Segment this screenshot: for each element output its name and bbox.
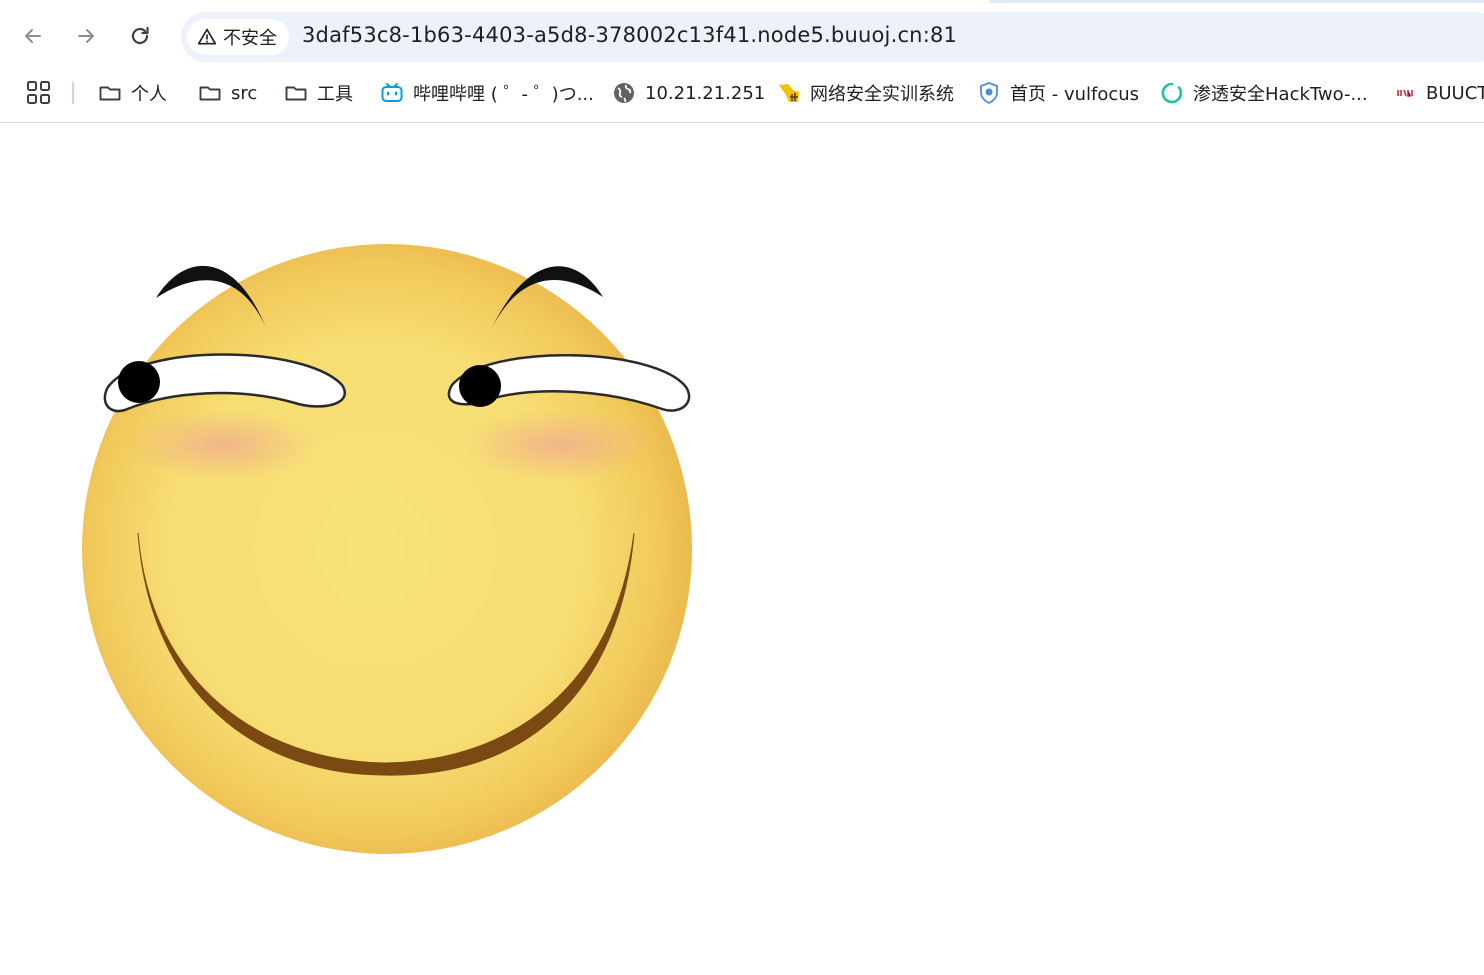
url-text[interactable]: 3daf53c8-1b63-4403-a5d8-378002c13f41.nod…	[302, 23, 957, 47]
bookmark-label: 渗透安全HackTwo-...	[1193, 84, 1368, 105]
bookmark-ip-address[interactable]: 10.21.21.251	[612, 78, 765, 108]
right-blush	[465, 409, 655, 481]
bookmark-label: 个人	[131, 84, 167, 105]
left-blush	[127, 409, 317, 481]
reload-button[interactable]	[122, 18, 158, 54]
bookmark-vulfocus[interactable]: 首页 - vulfocus	[977, 78, 1139, 108]
smiley-face-image	[82, 244, 692, 854]
right-pupil	[459, 365, 501, 407]
folder-icon	[285, 86, 307, 101]
site-logo-icon	[779, 84, 799, 102]
bookmark-hacktwo[interactable]: 渗透安全HackTwo-...	[1160, 78, 1368, 108]
address-bar[interactable]: 不安全 3daf53c8-1b63-4403-a5d8-378002c13f41…	[181, 12, 1484, 62]
back-button[interactable]	[15, 18, 51, 54]
shield-icon	[980, 82, 998, 105]
arrow-right-icon	[78, 29, 94, 43]
bookmark-folder-src[interactable]: src	[198, 78, 257, 108]
ring-icon	[1161, 82, 1183, 104]
bilibili-icon	[381, 83, 403, 102]
bookmark-folder-personal[interactable]: 个人	[98, 78, 167, 108]
warning-triangle-icon	[197, 28, 217, 45]
bookmark-label: 网络安全实训系统	[810, 84, 954, 105]
forward-button[interactable]	[68, 18, 104, 54]
folder-icon	[99, 86, 121, 101]
bookmark-label: 10.21.21.251	[645, 82, 766, 104]
bookmark-label: 首页 - vulfocus	[1010, 84, 1140, 105]
bookmark-security-training[interactable]: 网络安全实训系统	[777, 78, 954, 108]
left-pupil	[118, 361, 160, 403]
security-indicator[interactable]: 不安全	[187, 19, 289, 55]
globe-icon	[614, 83, 634, 103]
page-viewport	[0, 123, 1484, 975]
bookmark-label: BUUCT	[1426, 82, 1484, 104]
browser-toolbar: 不安全 3daf53c8-1b63-4403-a5d8-378002c13f41…	[0, 3, 1484, 65]
ctf-logo-icon	[1397, 89, 1413, 97]
reload-icon	[131, 26, 149, 45]
bookmark-label: 哔哩哔哩 ( ゜- ゜)つ...	[413, 84, 594, 105]
arrow-left-icon	[25, 29, 41, 43]
bookmarks-divider	[72, 82, 74, 104]
bookmark-label: 工具	[317, 84, 353, 105]
bookmark-label: src	[231, 82, 258, 104]
bookmark-buuctf[interactable]: BUUCT	[1393, 78, 1484, 108]
bookmark-folder-tools[interactable]: 工具	[284, 78, 353, 108]
bookmarks-bar: 个人 src 工具 哔哩哔哩 (゜- ゜)つ... 10.21.21.251 …	[0, 70, 1484, 123]
apps-grid-icon[interactable]	[26, 80, 52, 106]
bookmark-bilibili[interactable]: 哔哩哔哩 ( ゜- ゜)つ...	[380, 78, 594, 108]
browser-window: 不安全 3daf53c8-1b63-4403-a5d8-378002c13f41…	[0, 0, 1484, 975]
security-label: 不安全	[223, 28, 277, 49]
folder-icon	[199, 86, 221, 101]
